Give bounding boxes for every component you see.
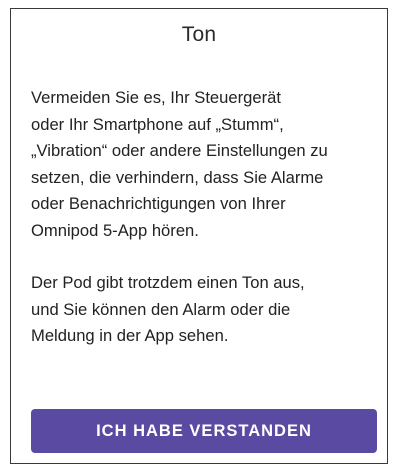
dialog-title: Ton xyxy=(181,23,217,46)
dialog-body: Vermeiden Sie es, Ihr Steuergerät oder I… xyxy=(31,85,373,350)
info-line: Meldung in der App sehen. xyxy=(31,326,229,345)
confirm-button[interactable]: ICH HABE VERSTANDEN xyxy=(31,409,377,453)
sound-dialog: Ton Vermeiden Sie es, Ihr Steuergerät od… xyxy=(10,8,388,464)
warning-line: Omnipod 5-App hören. xyxy=(31,220,199,240)
info-line: Der Pod gibt trotzdem einen Ton aus, xyxy=(31,273,305,292)
info-line: und Sie können den Alarm oder die xyxy=(31,299,291,319)
warning-line: setzen, die verhindern, dass Sie Alarme xyxy=(31,167,324,187)
warning-line: oder Benachrichtigungen von Ihrer xyxy=(31,194,286,213)
warning-line: oder Ihr Smartphone auf „Stumm“, xyxy=(31,114,284,134)
warning-line: „Vibration“ oder andere Einstellungen zu xyxy=(31,141,328,160)
info-paragraph: Der Pod gibt trotzdem einen Ton aus, und… xyxy=(31,270,373,350)
warning-paragraph: Vermeiden Sie es, Ihr Steuergerät oder I… xyxy=(31,85,373,244)
warning-line: Vermeiden Sie es, Ihr Steuergerät xyxy=(31,88,281,107)
